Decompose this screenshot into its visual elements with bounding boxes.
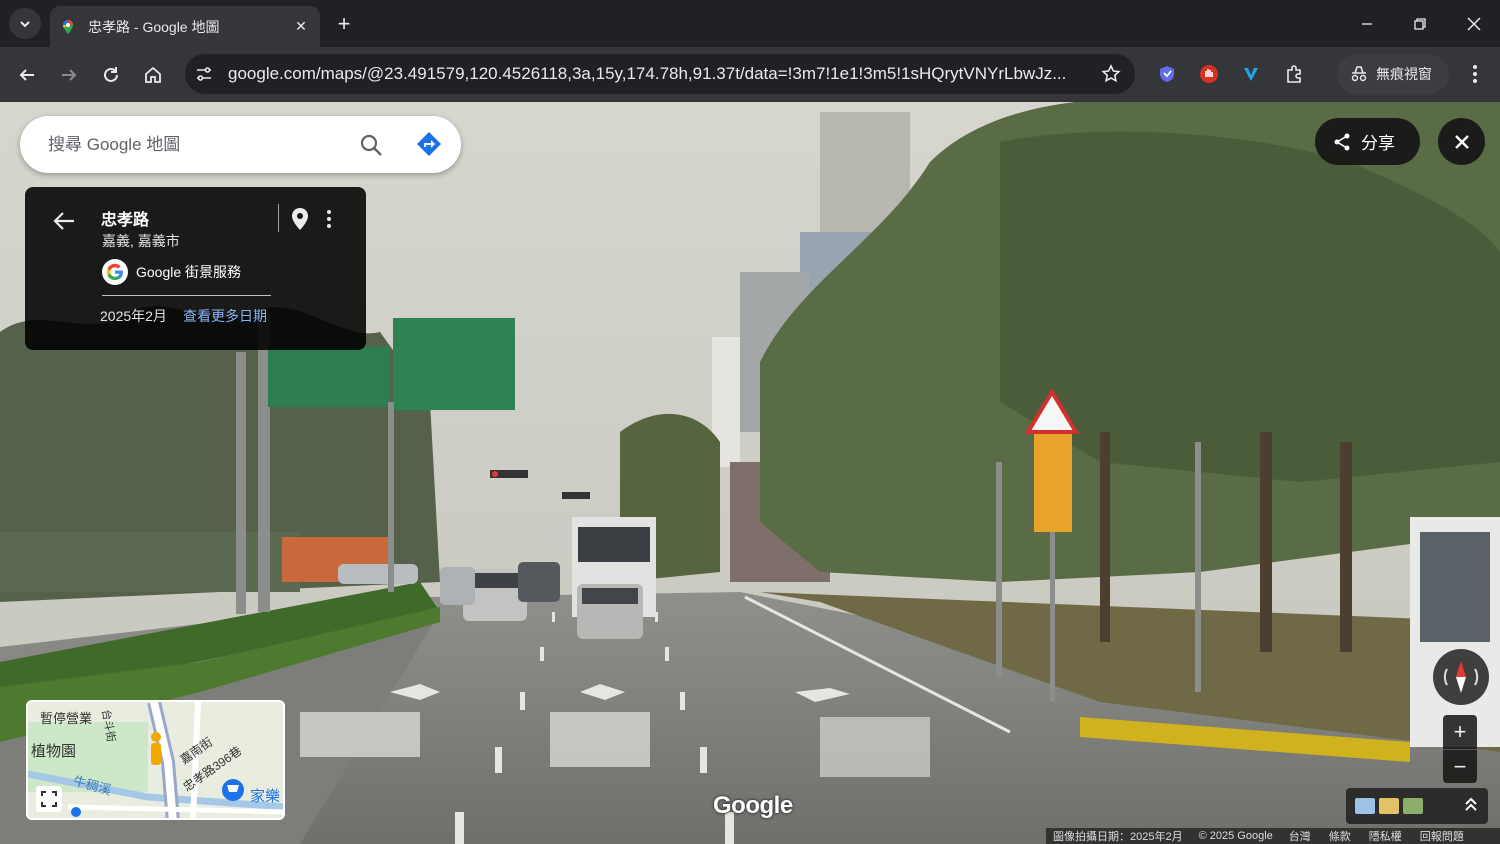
browser-toolbar: google.com/maps/@23.491579,120.4526118,3… bbox=[0, 47, 1500, 102]
more-vert-icon bbox=[1473, 65, 1477, 83]
map-layer-thumb[interactable] bbox=[1403, 798, 1423, 814]
arrow-right-icon bbox=[62, 69, 77, 81]
restore-button[interactable] bbox=[1393, 0, 1446, 47]
new-tab-button[interactable]: + bbox=[330, 10, 358, 38]
incognito-icon bbox=[1351, 66, 1367, 82]
search-button[interactable] bbox=[356, 130, 386, 160]
extension-hand-button[interactable] bbox=[1196, 61, 1222, 87]
minimap-label: 暫停營業 bbox=[40, 711, 93, 726]
forward-button[interactable] bbox=[53, 59, 85, 91]
provider-label: Google 街景服務 bbox=[136, 264, 242, 280]
tab-strip: 忠孝路 - Google 地圖 ✕ + bbox=[0, 0, 1500, 47]
show-on-map-button[interactable] bbox=[289, 206, 311, 232]
street-view-panorama[interactable]: 忠孝路 嘉義, 嘉義市 Google 街景服務 2025年2月 查看更多日期 分… bbox=[0, 102, 1500, 844]
place-info-card: 忠孝路 嘉義, 嘉義市 Google 街景服務 2025年2月 查看更多日期 bbox=[25, 187, 366, 350]
directions-icon bbox=[417, 132, 441, 156]
tab-search-button[interactable] bbox=[9, 8, 41, 39]
zoom-in-button[interactable]: + bbox=[1443, 715, 1477, 749]
location-pin-icon bbox=[292, 208, 308, 230]
minimap-label: 植物園 bbox=[31, 743, 77, 760]
bookmark-star-icon[interactable] bbox=[1101, 64, 1121, 84]
arrow-left-icon bbox=[19, 69, 34, 81]
tab-title: 忠孝路 - Google 地圖 bbox=[88, 18, 220, 35]
back-to-map-button[interactable] bbox=[49, 206, 79, 236]
expand-minimap-button[interactable] bbox=[36, 786, 62, 812]
provider-row: Google 街景服務 bbox=[102, 259, 241, 285]
layers-control[interactable] bbox=[1346, 788, 1488, 824]
extensions-menu-button[interactable] bbox=[1281, 61, 1307, 87]
search-input[interactable] bbox=[48, 134, 338, 155]
extension-shield-button[interactable] bbox=[1154, 61, 1180, 87]
back-button[interactable] bbox=[11, 59, 43, 91]
minimap[interactable]: 暫停營業 台斗街 植物園 嘉南街 忠孝路396巷 牛稠溪 家樂 bbox=[26, 700, 285, 820]
incognito-indicator[interactable]: 無痕視窗 bbox=[1337, 54, 1449, 94]
site-info-button[interactable] bbox=[189, 59, 219, 89]
incognito-label: 無痕視窗 bbox=[1376, 66, 1432, 82]
zoom-out-button[interactable]: − bbox=[1443, 749, 1477, 783]
card-divider bbox=[102, 295, 271, 296]
tune-icon bbox=[197, 67, 211, 81]
chevron-up-double-icon[interactable] bbox=[1464, 796, 1478, 812]
address-bar[interactable]: google.com/maps/@23.491579,120.4526118,3… bbox=[185, 54, 1135, 94]
arrow-left-icon bbox=[53, 212, 74, 230]
home-icon bbox=[145, 66, 161, 83]
capture-date: 2025年2月 bbox=[100, 308, 167, 324]
privacy-link[interactable]: 隱私權 bbox=[1369, 828, 1402, 844]
minimize-icon bbox=[1361, 22, 1372, 25]
restore-icon bbox=[1413, 17, 1426, 30]
v-extension-icon bbox=[1244, 68, 1258, 81]
extension-v-button[interactable] bbox=[1238, 61, 1264, 87]
copyright-text: © 2025 Google bbox=[1198, 830, 1273, 842]
more-vert-icon bbox=[327, 210, 331, 228]
share-icon bbox=[1334, 133, 1350, 150]
close-icon bbox=[1466, 16, 1481, 31]
close-icon bbox=[1454, 134, 1469, 149]
browser-menu-button[interactable] bbox=[1462, 59, 1488, 89]
compass-control[interactable] bbox=[1433, 649, 1489, 705]
puzzle-icon bbox=[1287, 65, 1301, 83]
card-divider-vertical bbox=[278, 204, 279, 232]
place-title: 忠孝路 bbox=[101, 212, 150, 229]
search-icon bbox=[360, 134, 382, 156]
directions-button[interactable] bbox=[414, 129, 444, 159]
place-subtitle: 嘉義, 嘉義市 bbox=[102, 233, 180, 249]
fullscreen-icon bbox=[41, 791, 57, 807]
google-maps-favicon-icon bbox=[63, 19, 73, 34]
card-more-options-button[interactable] bbox=[318, 206, 340, 232]
chevron-down-icon bbox=[20, 20, 30, 27]
window-close-button[interactable] bbox=[1447, 0, 1500, 47]
shield-extension-icon bbox=[1160, 66, 1174, 82]
search-box[interactable] bbox=[20, 116, 461, 173]
google-g-logo-icon bbox=[102, 259, 128, 285]
share-label: 分享 bbox=[1361, 134, 1395, 153]
see-more-dates-link[interactable]: 查看更多日期 bbox=[183, 306, 267, 326]
reload-button[interactable] bbox=[95, 59, 127, 91]
share-button[interactable]: 分享 bbox=[1315, 118, 1420, 165]
pegman-icon bbox=[151, 732, 161, 765]
zoom-control: + − bbox=[1443, 715, 1477, 783]
reload-icon bbox=[104, 67, 118, 82]
home-button[interactable] bbox=[137, 59, 169, 91]
capture-date-footer: 圖像拍攝日期：2025年2月 bbox=[1053, 831, 1183, 843]
tab-close-icon[interactable]: ✕ bbox=[290, 16, 312, 38]
tab-active[interactable]: 忠孝路 - Google 地圖 ✕ bbox=[50, 6, 320, 47]
google-watermark: Google bbox=[713, 792, 793, 819]
url-text[interactable]: google.com/maps/@23.491579,120.4526118,3… bbox=[228, 64, 1088, 84]
terrain-layer-thumb[interactable] bbox=[1379, 798, 1399, 814]
attribution-bar: 圖像拍攝日期：2025年2月 © 2025 Google 台灣 條款 隱私權 回… bbox=[1046, 828, 1500, 844]
satellite-layer-thumb[interactable] bbox=[1355, 798, 1375, 814]
close-street-view-button[interactable] bbox=[1438, 118, 1485, 165]
terms-link[interactable]: 條款 bbox=[1329, 828, 1351, 844]
hand-extension-icon bbox=[1200, 65, 1218, 83]
minimize-button[interactable] bbox=[1340, 0, 1393, 47]
report-problem-link[interactable]: 回報問題 bbox=[1420, 828, 1464, 844]
compass-icon bbox=[1443, 661, 1479, 693]
region-link[interactable]: 台灣 bbox=[1289, 828, 1311, 844]
minimap-label: 家樂 bbox=[250, 788, 281, 805]
